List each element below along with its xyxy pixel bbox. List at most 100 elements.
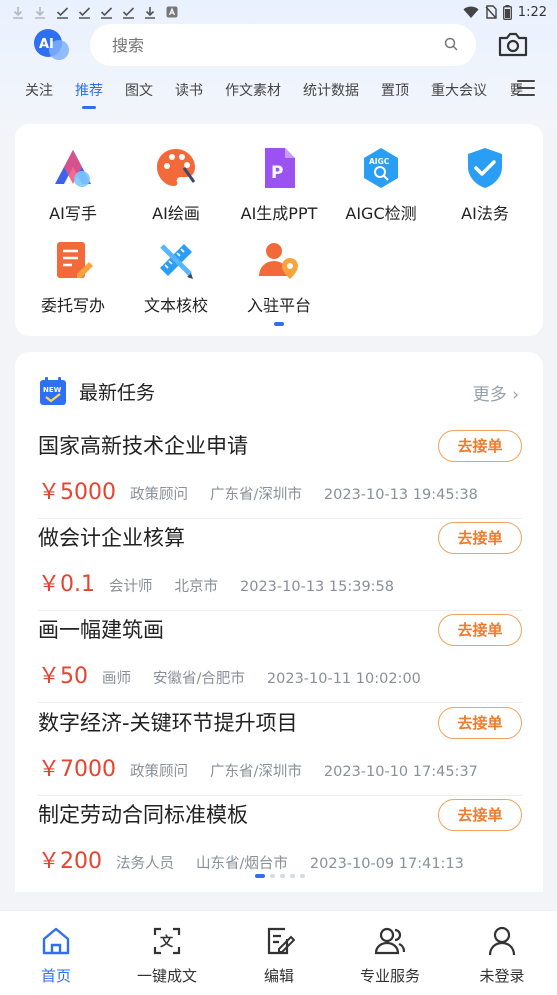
- search-input[interactable]: [112, 35, 412, 55]
- service-ai-legal[interactable]: AI法务: [433, 146, 537, 224]
- services-grid: AI写手 AI绘画 P AI生成PPT AIGC AIGC检测 AI法务 委托写…: [15, 124, 543, 336]
- accept-order-button[interactable]: 去接单: [438, 614, 522, 646]
- accept-order-button[interactable]: 去接单: [438, 799, 522, 831]
- camera-icon[interactable]: [497, 30, 529, 60]
- battery-icon: [502, 4, 512, 20]
- wifi-icon: [463, 6, 479, 18]
- shield-check-icon: [463, 146, 507, 190]
- task-meta: ￥7000 政策顾问 广东省/深圳市 2023-10-10 17:45:37: [38, 751, 500, 783]
- svg-text:AI: AI: [39, 37, 54, 52]
- status-time: 1:22: [517, 4, 547, 20]
- task-meta: ￥200 法务人员 山东省/烟台市 2023-10-09 17:41:13: [38, 843, 486, 875]
- tab-major-meetings[interactable]: 重大会议: [431, 80, 487, 100]
- task-role: 会计师: [109, 579, 153, 595]
- search-bar[interactable]: [90, 24, 476, 66]
- more-label: 更多: [472, 385, 507, 405]
- service-label: 委托写办: [40, 296, 105, 315]
- task-item[interactable]: 数字经济-关键环节提升项目 去接单 ￥7000 政策顾问 广东省/深圳市 202…: [38, 707, 522, 799]
- nav-professional-services[interactable]: 专业服务: [340, 925, 440, 986]
- nav-label: 未登录: [479, 967, 525, 985]
- tab-statistics[interactable]: 统计数据: [303, 80, 359, 100]
- service-ai-painting[interactable]: AI绘画: [124, 146, 228, 224]
- task-name: 国家高新技术企业申请: [38, 434, 248, 458]
- app-a-icon: [164, 5, 180, 19]
- task-location: 广东省/深圳市: [210, 487, 302, 503]
- task-time: 2023-10-11 10:02:00: [266, 671, 421, 687]
- task-time: 2023-10-10 17:45:37: [323, 764, 478, 780]
- svg-text:P: P: [271, 163, 283, 183]
- user-location-icon: [257, 238, 301, 282]
- accept-order-button[interactable]: 去接单: [438, 522, 522, 554]
- service-text-proofread[interactable]: 文本核校: [124, 238, 228, 316]
- task-role: 政策顾问: [130, 764, 188, 780]
- accept-order-button[interactable]: 去接单: [438, 707, 522, 739]
- search-icon[interactable]: [444, 36, 458, 55]
- nav-login[interactable]: 未登录: [452, 925, 552, 986]
- service-label: 文本核校: [143, 296, 208, 315]
- menu-icon[interactable]: [517, 80, 535, 96]
- task-price: ￥5000: [38, 480, 116, 505]
- task-time: 2023-10-13 15:39:58: [240, 579, 394, 595]
- category-tabs: 关注 推荐 图文 读书 作文素材 统计数据 置顶 重大会议 要: [0, 70, 557, 110]
- task-time: 2023-10-13 19:45:38: [323, 487, 478, 503]
- service-join-platform[interactable]: 入驻平台: [227, 238, 331, 316]
- nav-home[interactable]: 首页: [6, 925, 106, 986]
- task-role: 政策顾问: [130, 487, 188, 503]
- task-item[interactable]: 画一幅建筑画 去接单 ￥50 画师 安徽省/合肥市 2023-10-11 10:…: [38, 614, 522, 706]
- palette-icon: [154, 146, 198, 190]
- status-bar: 1:22: [0, 0, 557, 24]
- download-icon: [142, 5, 158, 19]
- service-label: AI写手: [49, 204, 97, 223]
- task-price: ￥200: [38, 849, 102, 874]
- tab-pinned[interactable]: 置顶: [381, 80, 409, 100]
- aigc-detect-icon: AIGC: [359, 146, 403, 190]
- nav-one-click-writing[interactable]: 文 一键成文: [117, 925, 217, 986]
- nav-label: 专业服务: [359, 967, 420, 985]
- service-entrust-writing[interactable]: 委托写办: [21, 238, 125, 316]
- tab-graphic[interactable]: 图文: [125, 80, 153, 100]
- accept-order-button[interactable]: 去接单: [438, 430, 522, 462]
- new-badge-text: NEW: [43, 386, 62, 394]
- tab-reading[interactable]: 读书: [175, 80, 203, 100]
- home-icon: [40, 925, 72, 957]
- service-ai-writer[interactable]: AI写手: [21, 146, 125, 224]
- divider: [38, 702, 522, 703]
- chevron-right-icon: ›: [512, 385, 519, 405]
- task-meta: ￥0.1 会计师 北京市 2023-10-13 15:39:58: [38, 566, 416, 598]
- task-meta: ￥5000 政策顾问 广东省/深圳市 2023-10-13 19:45:38: [38, 474, 500, 506]
- task-name: 做会计企业核算: [38, 526, 185, 550]
- divider: [38, 795, 522, 796]
- app-header: AI: [0, 22, 557, 68]
- section-title: 最新任务: [79, 382, 156, 404]
- download-icon: [32, 5, 48, 19]
- service-ai-ppt[interactable]: P AI生成PPT: [227, 146, 331, 224]
- task-time: 2023-10-09 17:41:13: [309, 856, 464, 872]
- tab-follow[interactable]: 关注: [25, 80, 53, 100]
- task-location: 山东省/烟台市: [196, 856, 288, 872]
- more-link[interactable]: 更多 ›: [473, 380, 519, 405]
- nav-edit[interactable]: 编辑: [229, 925, 329, 986]
- task-item[interactable]: 做会计企业核算 去接单 ￥0.1 会计师 北京市 2023-10-13 15:3…: [38, 522, 522, 614]
- ai-logo-icon[interactable]: AI: [32, 28, 72, 62]
- service-label: AI绘画: [152, 204, 200, 223]
- latest-tasks-card: NEW 最新任务 更多 › 国家高新技术企业申请 去接单 ￥5000 政策顾问 …: [15, 352, 543, 892]
- task-item[interactable]: 国家高新技术企业申请 去接单 ￥5000 政策顾问 广东省/深圳市 2023-1…: [38, 430, 522, 522]
- tab-essay-material[interactable]: 作文素材: [225, 80, 281, 100]
- task-name: 数字经济-关键环节提升项目: [38, 711, 298, 735]
- service-aigc-detect[interactable]: AIGC AIGC检测: [329, 146, 433, 224]
- task-location: 安徽省/合肥市: [153, 671, 245, 687]
- download-done-icon: [54, 5, 70, 19]
- download-icon: [10, 5, 26, 19]
- users-icon: [374, 925, 406, 957]
- bottom-nav: 首页 文 一键成文 编辑 专业服务 未登录: [0, 910, 557, 995]
- task-role: 画师: [102, 671, 131, 687]
- new-badge-icon: NEW: [40, 377, 66, 405]
- download-done-icon: [120, 5, 136, 19]
- scan-text-icon: 文: [151, 925, 183, 957]
- task-role: 法务人员: [116, 856, 174, 872]
- task-price: ￥7000: [38, 757, 116, 782]
- services-page-indicator: [274, 322, 284, 326]
- user-icon: [486, 925, 518, 957]
- tab-recommend[interactable]: 推荐: [75, 80, 103, 100]
- task-price: ￥50: [38, 664, 88, 689]
